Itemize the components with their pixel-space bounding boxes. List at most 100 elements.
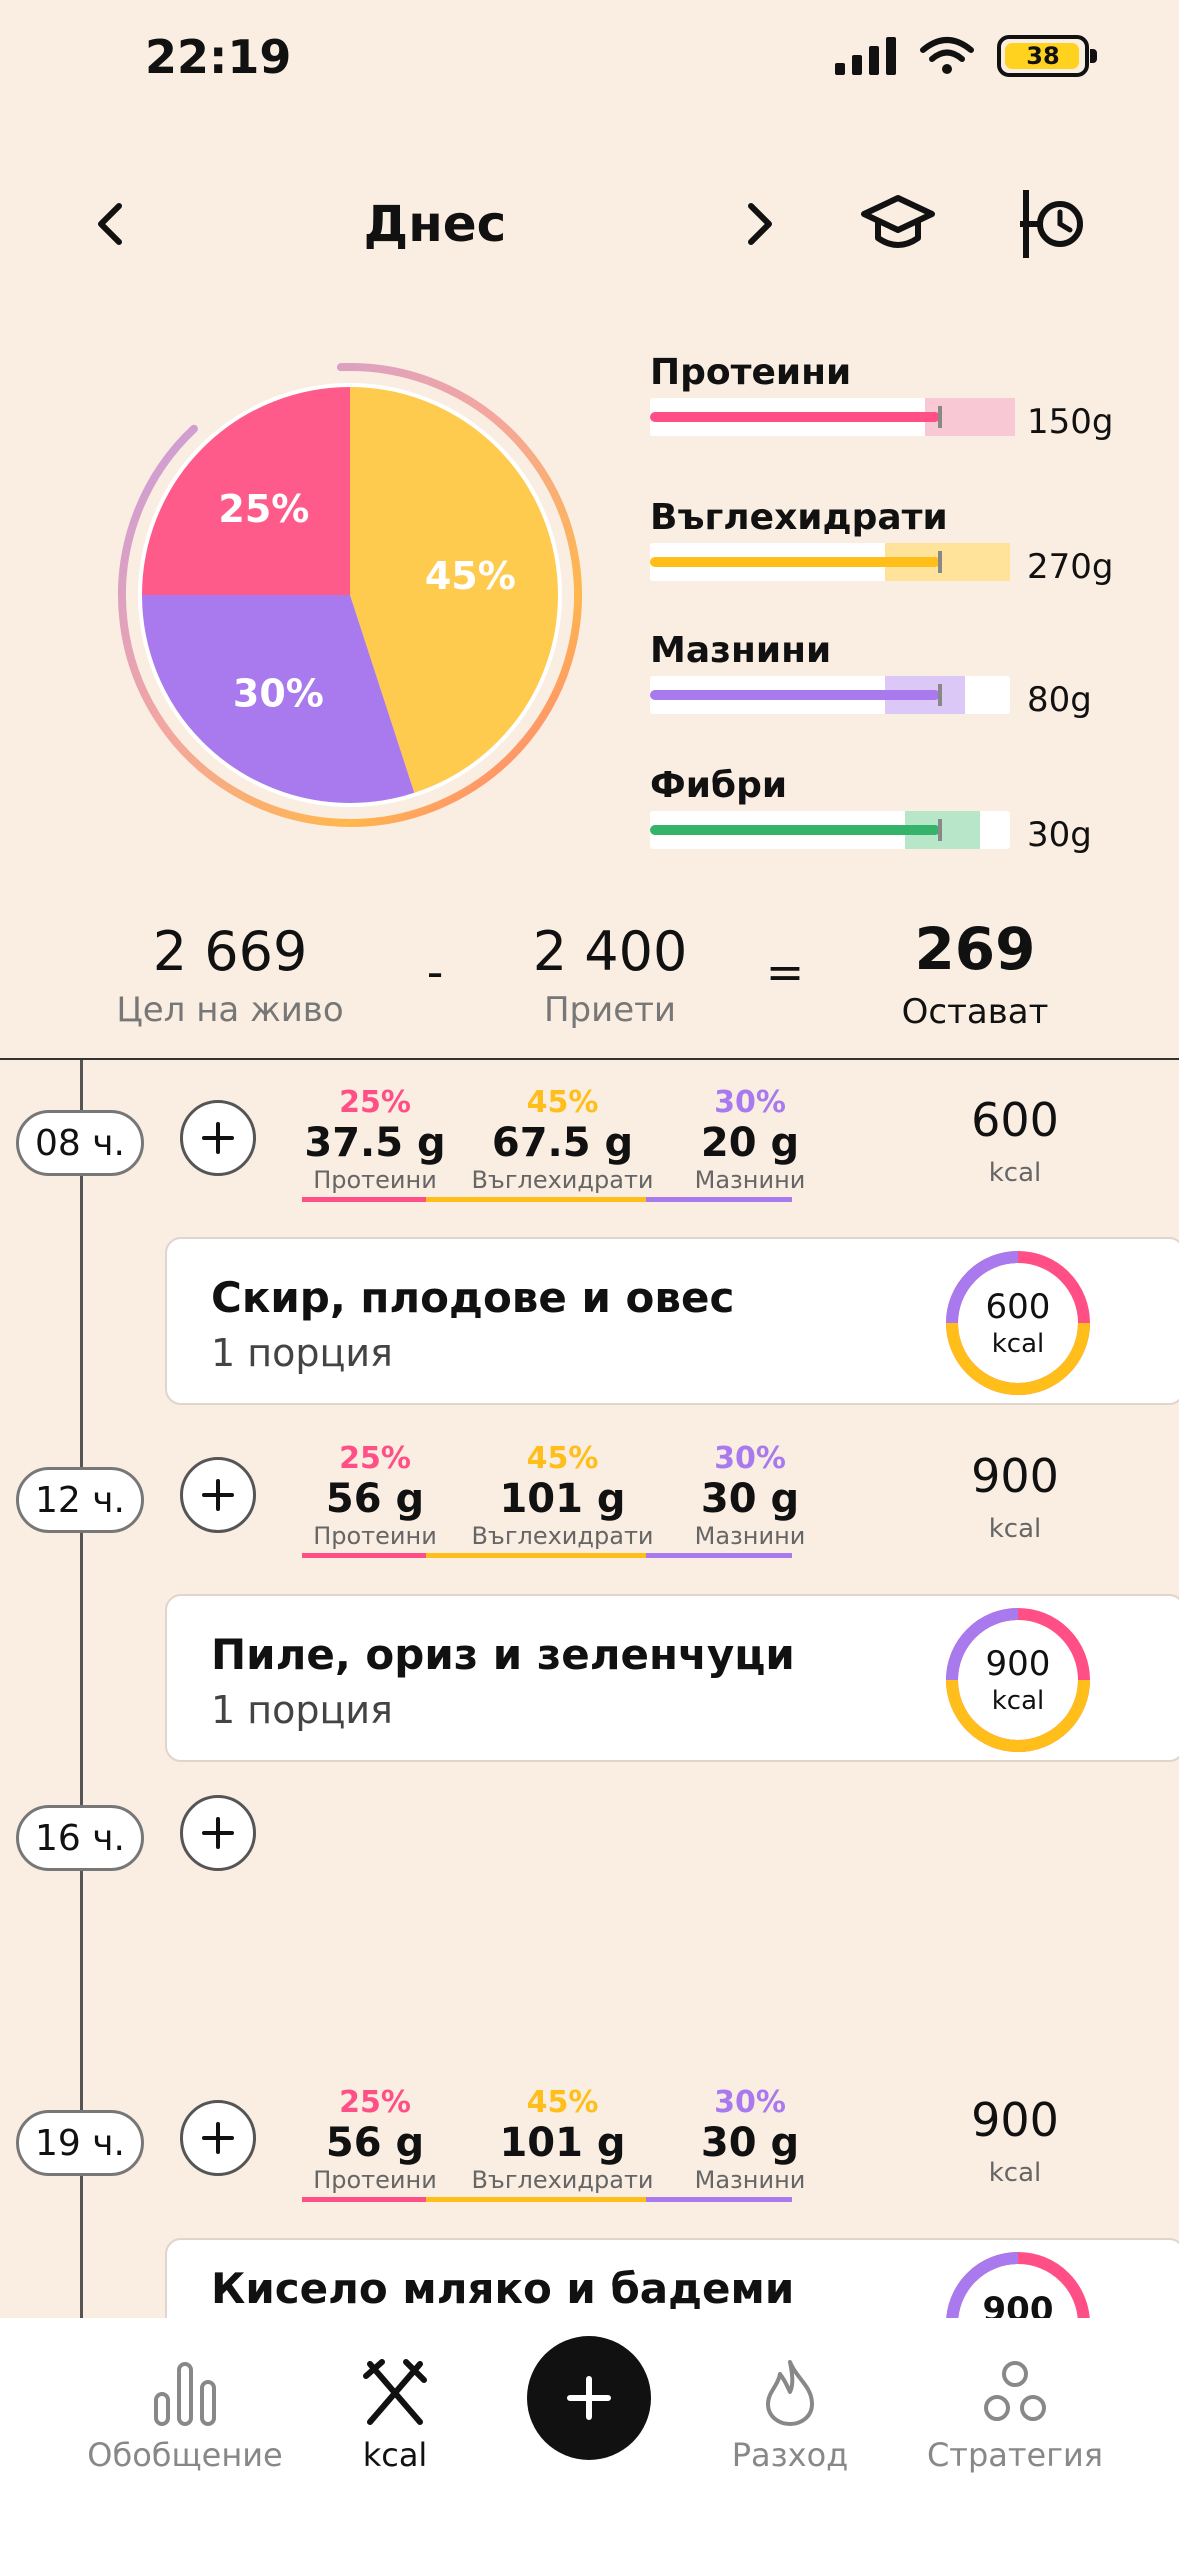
tab-overview-label: Обобщение bbox=[87, 2436, 283, 2474]
remaining-label: Остават bbox=[901, 992, 1049, 1032]
macro-label: Мазнини bbox=[650, 630, 832, 671]
meal-kcal-unit: kcal bbox=[991, 1329, 1045, 1359]
fork-knife-icon bbox=[363, 2359, 427, 2425]
meal-title: Скир, плодове и овес bbox=[211, 1273, 735, 1322]
add-food-button[interactable] bbox=[180, 1457, 256, 1533]
tab-expense[interactable]: Разход bbox=[700, 2358, 880, 2474]
time-slot-08[interactable]: 08 ч. bbox=[16, 1110, 144, 1176]
meal-title: Кисело мляко и бадеми bbox=[211, 2264, 795, 2313]
carbs-underline bbox=[426, 1197, 646, 1202]
meal-title: Пиле, ориз и зеленчуци bbox=[211, 1630, 795, 1679]
macro-fill bbox=[650, 412, 940, 422]
add-food-button[interactable] bbox=[180, 2100, 256, 2176]
macro-fill bbox=[650, 825, 940, 835]
tab-expense-label: Разход bbox=[731, 2436, 849, 2474]
wifi-icon bbox=[920, 37, 974, 74]
minus-sign: - bbox=[426, 945, 444, 999]
education-button[interactable] bbox=[858, 184, 938, 264]
time-slot-16[interactable]: 16 ч. bbox=[16, 1805, 144, 1871]
remaining-value: 269 bbox=[914, 915, 1036, 983]
tab-strategy-label: Стратегия bbox=[926, 2436, 1104, 2474]
macro-fill bbox=[650, 690, 940, 700]
plus-icon bbox=[202, 1122, 234, 1154]
tab-kcal[interactable]: kcal bbox=[330, 2358, 460, 2474]
battery-icon: 38 bbox=[997, 35, 1097, 77]
pie-slice-label: 45% bbox=[425, 554, 516, 598]
macro-marker bbox=[938, 406, 942, 428]
protein-underline bbox=[302, 1553, 426, 1558]
slot-kcal-unit: kcal bbox=[988, 2158, 1042, 2188]
carbs-column: 45% 67.5 g Въглехидрати bbox=[471, 1085, 654, 1194]
protein-column: 25% 37.5 g Протеини bbox=[304, 1085, 446, 1194]
section-divider bbox=[0, 1058, 1179, 1060]
slot-kcal: 900 bbox=[971, 1449, 1059, 1503]
carbs-underline bbox=[426, 2197, 646, 2202]
pie-slice-label: 30% bbox=[233, 672, 324, 716]
history-button[interactable] bbox=[1012, 184, 1092, 264]
plus-icon bbox=[567, 2376, 611, 2420]
macro-value: 30g bbox=[1027, 815, 1092, 855]
plus-icon bbox=[202, 1479, 234, 1511]
carbs-column: 45% 101 g Въглехидрати bbox=[471, 2085, 654, 2194]
slot-kcal: 600 bbox=[971, 1093, 1059, 1147]
macro-label: Протеини bbox=[650, 352, 852, 393]
flame-icon bbox=[766, 2360, 814, 2426]
status-icons: 38 bbox=[835, 35, 1097, 77]
slot-kcal-unit: kcal bbox=[988, 1158, 1042, 1188]
meal-portion: 1 порция bbox=[211, 1331, 393, 1375]
consumed-value: 2 400 bbox=[532, 920, 688, 983]
macro-label: Фибри bbox=[650, 765, 788, 806]
live-goal-label: Цел на живо bbox=[116, 990, 344, 1030]
macro-progress-bar bbox=[650, 811, 1010, 849]
macro-progress-bar bbox=[650, 676, 1010, 714]
fat-column: 30% 20 g Мазнини bbox=[694, 1085, 806, 1194]
add-button[interactable] bbox=[527, 2336, 651, 2460]
graduation-cap-icon bbox=[861, 195, 935, 248]
live-goal-value: 2 669 bbox=[152, 920, 308, 983]
fat-underline bbox=[646, 2197, 792, 2202]
tab-strategy[interactable]: Стратегия bbox=[905, 2358, 1125, 2474]
equals-sign: = bbox=[765, 945, 805, 999]
slot-kcal-unit: kcal bbox=[988, 1514, 1042, 1544]
meal-card[interactable]: Пиле, ориз и зеленчуци 1 порция 900 kcal bbox=[165, 1594, 1179, 1762]
fat-underline bbox=[646, 1553, 792, 1558]
macro-progress-bar bbox=[650, 543, 1010, 581]
fat-column: 30% 30 g Мазнини bbox=[694, 2085, 806, 2194]
time-slot-12[interactable]: 12 ч. bbox=[16, 1467, 144, 1533]
macro-value: 150g bbox=[1027, 402, 1114, 442]
add-food-button[interactable] bbox=[180, 1100, 256, 1176]
protein-column: 25% 56 g Протеини bbox=[313, 1441, 437, 1550]
chevron-right-icon bbox=[748, 203, 772, 245]
bar-chart-icon bbox=[154, 2362, 216, 2426]
timeline-clock-icon bbox=[1020, 190, 1083, 258]
protein-underline bbox=[302, 2197, 426, 2202]
carbs-underline bbox=[426, 1553, 646, 1558]
macro-pie-chart: 45% 30% 25% bbox=[118, 363, 582, 827]
macro-fill bbox=[650, 557, 940, 567]
tab-overview[interactable]: Обобщение bbox=[70, 2358, 300, 2474]
status-time: 22:19 bbox=[145, 30, 292, 84]
fat-underline bbox=[646, 1197, 792, 1202]
meal-kcal-value: 600 bbox=[985, 1287, 1051, 1327]
protein-column: 25% 56 g Протеини bbox=[313, 2085, 437, 2194]
slot-kcal: 900 bbox=[971, 2093, 1059, 2147]
fat-column: 30% 30 g Мазнини bbox=[694, 1441, 806, 1550]
battery-level: 38 bbox=[1026, 42, 1060, 70]
macro-value: 270g bbox=[1027, 547, 1114, 587]
time-slot-19[interactable]: 19 ч. bbox=[16, 2110, 144, 2176]
next-day-button[interactable] bbox=[720, 184, 800, 264]
signal-icon bbox=[835, 37, 896, 75]
meal-portion: 1 порция bbox=[211, 1688, 393, 1732]
meal-card[interactable]: Скир, плодове и овес 1 порция 600 kcal bbox=[165, 1237, 1179, 1405]
bottom-tab-bar: Обобщение kcal Разход Стратегия bbox=[0, 2318, 1179, 2556]
add-food-button[interactable] bbox=[180, 1795, 256, 1871]
plus-icon bbox=[202, 2122, 234, 2154]
plus-icon bbox=[202, 1817, 234, 1849]
carbs-column: 45% 101 g Въглехидрати bbox=[471, 1441, 654, 1550]
macro-label: Въглехидрати bbox=[650, 497, 948, 538]
macro-marker bbox=[938, 819, 942, 841]
macro-marker bbox=[938, 684, 942, 706]
meal-kcal-unit: kcal bbox=[991, 1686, 1045, 1716]
pie-slice-label: 25% bbox=[218, 487, 309, 531]
tab-kcal-label: kcal bbox=[362, 2436, 428, 2474]
